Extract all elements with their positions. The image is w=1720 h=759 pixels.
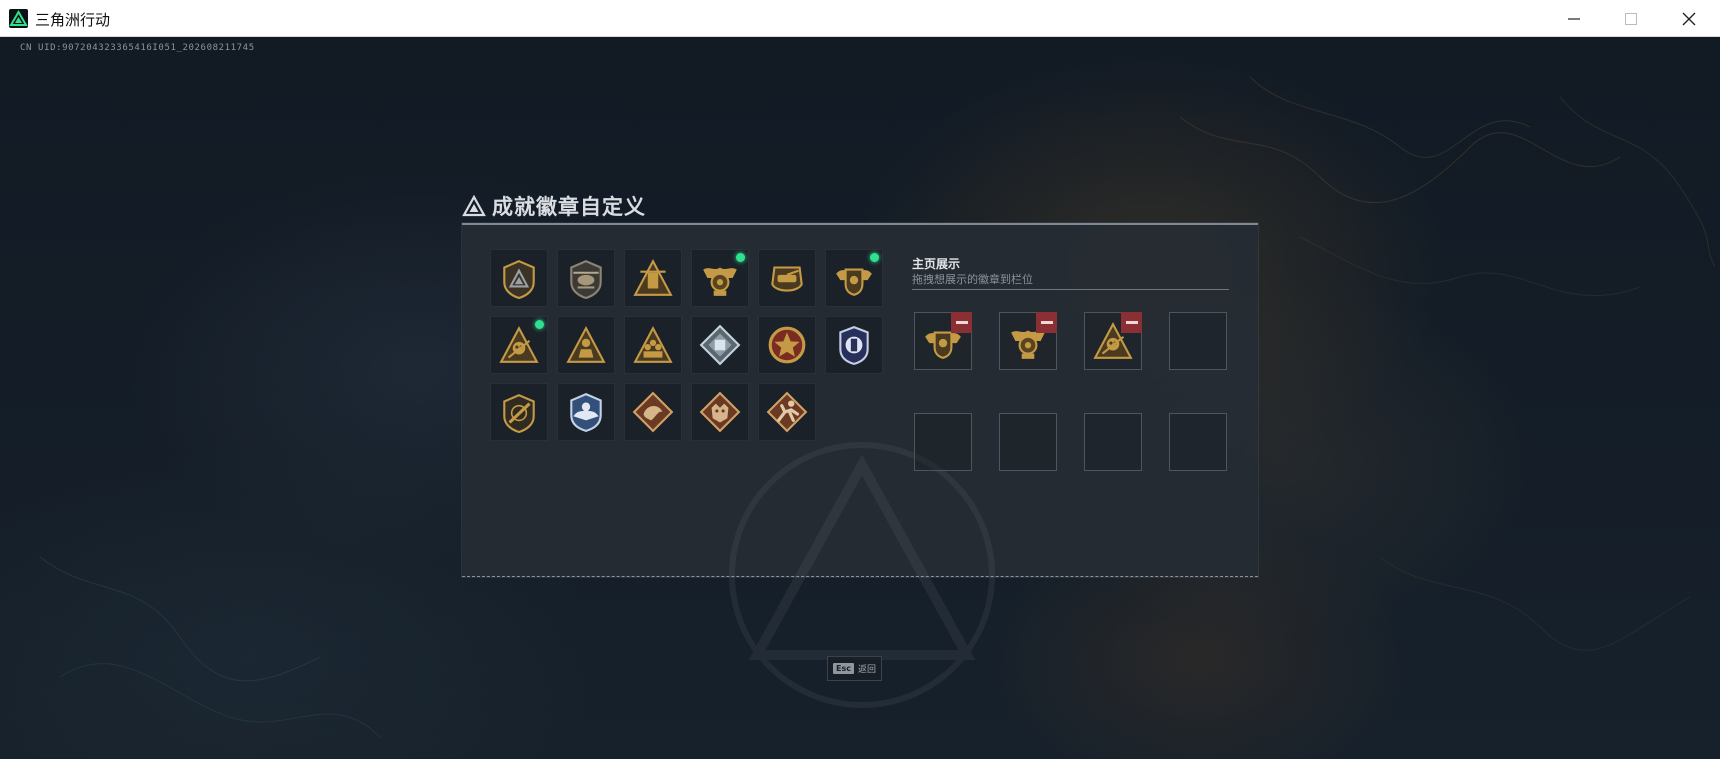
showcase-slot-empty[interactable]: [1084, 413, 1142, 471]
badge-cell[interactable]: [691, 249, 749, 307]
badge-cell[interactable]: [758, 383, 816, 441]
badge-cell[interactable]: [557, 249, 615, 307]
rifle-shield-badge-icon: [503, 394, 535, 433]
remove-badge-button[interactable]: [951, 312, 972, 333]
remove-badge-button[interactable]: [1036, 312, 1057, 333]
dragon-diamond-badge-icon: [632, 391, 674, 433]
triangle-shield-badge-icon: [503, 260, 535, 299]
showcase-slot-empty[interactable]: [914, 413, 972, 471]
maximize-icon[interactable]: [1602, 0, 1660, 37]
badge-cell[interactable]: [825, 316, 883, 374]
star-medal-badge-icon: [768, 326, 806, 364]
minimize-icon[interactable]: [1545, 0, 1603, 37]
blue-wing-badge-icon: [570, 393, 602, 432]
badge-cell[interactable]: [825, 249, 883, 307]
badge-cell[interactable]: [490, 383, 548, 441]
badge-cell[interactable]: [758, 316, 816, 374]
badge-cell[interactable]: [691, 316, 749, 374]
badge-cell[interactable]: [758, 249, 816, 307]
new-indicator-dot: [870, 253, 879, 262]
badge-cell[interactable]: [624, 249, 682, 307]
badge-cell[interactable]: [490, 249, 548, 307]
badge-cell[interactable]: [624, 383, 682, 441]
winged-shield-badge-icon: [836, 268, 872, 296]
eagle-crest-badge-icon: [703, 267, 737, 296]
badge-cell[interactable]: [557, 316, 615, 374]
blue-police-badge-icon: [839, 326, 869, 365]
minus-icon: [955, 321, 968, 324]
minus-icon: [1125, 321, 1138, 324]
game-viewport: CN UID:907204323365416I051_202608211745 …: [0, 37, 1720, 759]
esc-back-button[interactable]: Esc 返回: [827, 656, 882, 681]
squad-triangle-badge-icon: [633, 325, 673, 363]
soldier-triangle-badge-icon: [566, 325, 606, 363]
badge-cell[interactable]: [490, 316, 548, 374]
showcase-slot-filled[interactable]: [1084, 312, 1142, 370]
skull-triangle-badge-icon: [499, 325, 539, 363]
badge-customize-dialog: 主页展示 拖拽想展示的徽章到栏位: [462, 223, 1258, 708]
showcase-slot-empty[interactable]: [999, 413, 1057, 471]
showcase-slot-filled[interactable]: [999, 312, 1057, 370]
minus-icon: [1040, 321, 1053, 324]
new-indicator-dot: [736, 253, 745, 262]
showcase-divider: [912, 289, 1229, 290]
beast-diamond-badge-icon: [699, 391, 741, 433]
achievement-logo-icon: [462, 195, 486, 217]
tank-emblem-badge-icon: [771, 266, 803, 292]
close-icon[interactable]: [1660, 0, 1718, 37]
dialog-bottom-border: [462, 575, 1258, 577]
silver-diamond-badge-icon: [699, 324, 741, 366]
app-logo-icon: [9, 9, 28, 28]
back-label: 返回: [857, 665, 876, 675]
helicopter-badge-icon: [570, 260, 602, 299]
dialog-title: 成就徽章自定义: [492, 195, 646, 219]
runner-diamond-badge-icon: [766, 391, 808, 433]
showcase-slot-filled[interactable]: [914, 312, 972, 370]
showcase-hint: 拖拽想展示的徽章到栏位: [912, 273, 1033, 286]
badge-cell[interactable]: [557, 383, 615, 441]
uid-watermark: CN UID:907204323365416I051_202608211745: [20, 43, 255, 53]
showcase-slot-empty[interactable]: [1169, 312, 1227, 370]
esc-key-label: Esc: [833, 663, 854, 674]
showcase-slot-empty[interactable]: [1169, 413, 1227, 471]
new-indicator-dot: [535, 320, 544, 329]
showcase-title: 主页展示: [912, 257, 961, 271]
window-title: 三角洲行动: [35, 11, 111, 29]
window-title-bar: 三角洲行动: [0, 0, 1720, 37]
tower-triangle-badge-icon: [633, 258, 673, 296]
remove-badge-button[interactable]: [1121, 312, 1142, 333]
dialog-header: 成就徽章自定义: [462, 192, 646, 220]
badge-cell[interactable]: [691, 383, 749, 441]
badge-cell[interactable]: [624, 316, 682, 374]
